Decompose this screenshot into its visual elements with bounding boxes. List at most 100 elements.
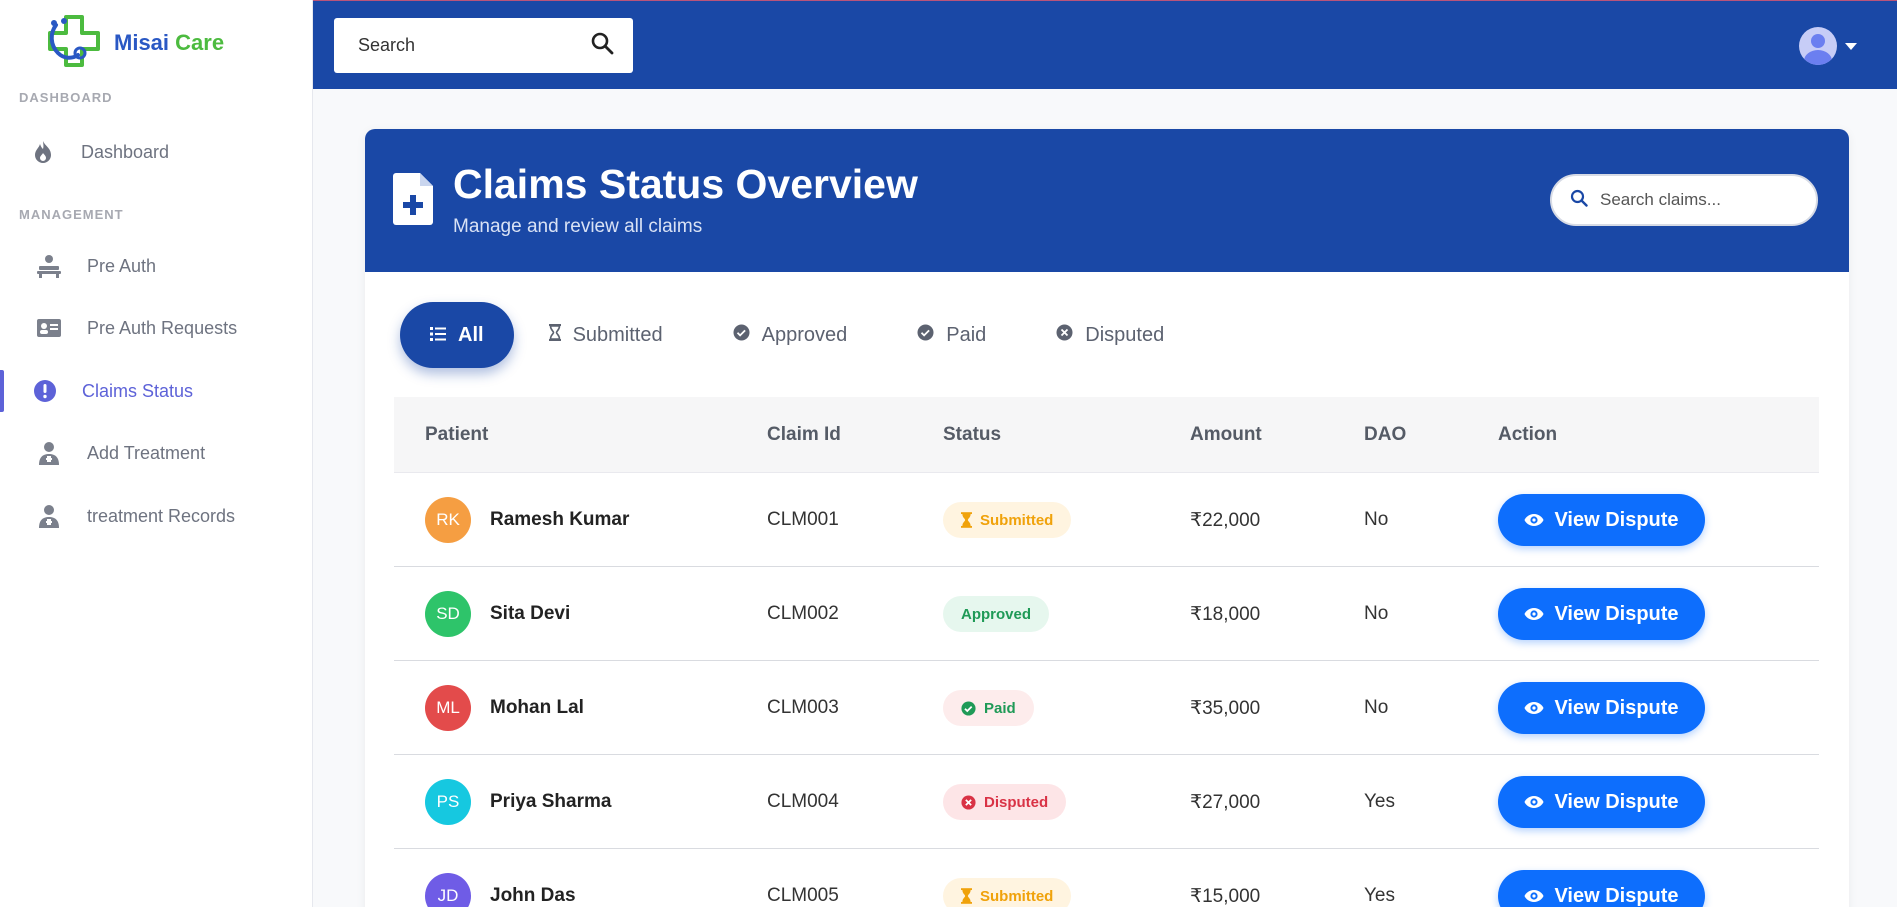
status-cell: Submitted <box>943 849 1072 907</box>
hourglass-icon <box>548 323 561 347</box>
doctor-patient-icon <box>36 253 62 279</box>
exclamation-circle-icon <box>32 378 58 404</box>
sidebar-item-pre-auth[interactable]: Pre Auth <box>0 241 313 291</box>
tab-label: Disputed <box>1085 323 1165 346</box>
claim-id-cell: CLM004 <box>767 791 839 812</box>
check-circle-icon <box>733 324 750 347</box>
view-dispute-button[interactable]: View Dispute <box>1498 494 1705 546</box>
patient-cell: ML Mohan Lal <box>425 661 584 755</box>
dao-cell: Yes <box>1364 791 1395 812</box>
avatar: SD <box>425 591 471 637</box>
claims-table: Patient Claim Id Status Amount DAO Actio… <box>394 397 1819 907</box>
action-cell: View Dispute <box>1498 755 1705 849</box>
patient-name: Mohan Lal <box>490 697 584 718</box>
dao-cell: Yes <box>1364 885 1395 906</box>
sidebar: Misai Care DASHBOARD Dashboard MANAGEMEN… <box>0 0 313 907</box>
patient-cell: RK Ramesh Kumar <box>425 473 629 567</box>
button-label: View Dispute <box>1554 602 1679 625</box>
eye-icon <box>1524 701 1544 715</box>
status-cell: Paid <box>943 661 1034 755</box>
status-label: Disputed <box>984 793 1049 811</box>
view-dispute-button[interactable]: View Dispute <box>1498 682 1705 734</box>
tab-disputed[interactable]: Disputed <box>1021 302 1199 368</box>
table-body: RK Ramesh Kumar CLM001 Submitted ₹22,000 No Vi… <box>394 473 1819 907</box>
action-cell: View Dispute <box>1498 473 1705 567</box>
view-dispute-button[interactable]: View Dispute <box>1498 870 1705 907</box>
patient-name: John Das <box>490 885 576 906</box>
chevron-down-icon[interactable] <box>1845 42 1857 50</box>
tab-submitted[interactable]: Submitted <box>514 302 698 368</box>
tab-label: Approved <box>761 323 848 346</box>
table-row: ML Mohan Lal CLM003 Paid ₹35,000 No View Dispu… <box>394 661 1819 755</box>
sidebar-item-dashboard[interactable]: Dashboard <box>0 127 313 177</box>
top-search[interactable] <box>334 18 633 73</box>
brand[interactable]: Misai Care <box>42 10 224 76</box>
eye-icon <box>1524 513 1544 527</box>
brand-logo <box>48 15 100 67</box>
section-label-management: MANAGEMENT <box>19 207 124 222</box>
claim-id-cell: CLM001 <box>767 509 839 530</box>
patient-cell: SD Sita Devi <box>425 567 570 661</box>
user-menu[interactable] <box>1799 27 1857 65</box>
avatar: RK <box>425 497 471 543</box>
amount-cell: ₹27,000 <box>1190 791 1261 813</box>
sidebar-item-label: Claims Status <box>82 380 194 401</box>
doctor-icon <box>36 503 62 529</box>
eye-icon <box>1524 795 1544 809</box>
claims-search-input[interactable] <box>1600 190 1821 210</box>
button-label: View Dispute <box>1554 884 1679 907</box>
sidebar-item-label: Add Treatment <box>87 442 206 463</box>
brand-name-part1: Misai <box>114 30 170 55</box>
column-header-amount: Amount <box>1190 423 1262 445</box>
dao-cell: No <box>1364 509 1389 530</box>
tab-approved[interactable]: Approved <box>698 302 883 368</box>
amount-cell: ₹35,000 <box>1190 697 1261 719</box>
claims-search[interactable] <box>1550 174 1821 226</box>
sidebar-item-claims-status[interactable]: Claims Status <box>0 366 313 416</box>
claim-id-cell: CLM002 <box>767 603 839 624</box>
tab-all[interactable]: All <box>400 302 514 368</box>
status-cell: Disputed <box>943 755 1067 849</box>
avatar: JD <box>425 873 471 907</box>
x-circle-icon <box>961 794 976 810</box>
status-label: Approved <box>961 605 1032 623</box>
tab-paid[interactable]: Paid <box>882 302 1021 368</box>
dao-cell: No <box>1364 603 1389 624</box>
search-input[interactable] <box>358 35 590 56</box>
sidebar-item-treatment-records[interactable]: treatment Records <box>0 491 313 541</box>
dao-cell: No <box>1364 697 1389 718</box>
table-row: PS Priya Sharma CLM004 Disputed ₹27,000 Yes Vi… <box>394 755 1819 849</box>
patient-name: Sita Devi <box>490 603 571 624</box>
section-label-dashboard: DASHBOARD <box>19 90 113 105</box>
action-cell: View Dispute <box>1498 849 1705 907</box>
page-subtitle: Manage and review all claims <box>453 216 703 237</box>
patient-cell: JD John Das <box>425 849 576 907</box>
brand-name-part2: Care <box>175 30 225 55</box>
sidebar-item-add-treatment[interactable]: Add Treatment <box>0 428 313 478</box>
search-icon <box>1570 189 1588 212</box>
search-icon[interactable] <box>590 31 614 60</box>
sidebar-item-pre-auth-requests[interactable]: Pre Auth Requests <box>0 303 313 353</box>
status-badge: Approved <box>943 596 1050 632</box>
amount-cell: ₹15,000 <box>1190 885 1261 907</box>
avatar: ML <box>425 685 471 731</box>
file-medical-icon <box>393 173 433 230</box>
status-badge: Submitted <box>943 878 1072 907</box>
claim-id-cell: CLM003 <box>767 697 839 718</box>
avatar: PS <box>425 779 471 825</box>
avatar[interactable] <box>1799 27 1837 65</box>
view-dispute-button[interactable]: View Dispute <box>1498 776 1705 828</box>
hourglass-icon <box>961 888 972 904</box>
avatar-body <box>1804 50 1832 65</box>
button-label: View Dispute <box>1554 508 1679 531</box>
brand-name: Misai Care <box>114 30 224 56</box>
claims-card: Claims Status Overview Manage and review… <box>365 129 1849 907</box>
column-header-patient: Patient <box>425 423 489 445</box>
column-header-claim-id: Claim Id <box>767 423 841 445</box>
view-dispute-button[interactable]: View Dispute <box>1498 588 1705 640</box>
filter-tabs: All Submitted Approved Paid Disputed <box>400 302 1199 368</box>
status-badge: Submitted <box>943 502 1072 538</box>
table-header: Patient Claim Id Status Amount DAO Actio… <box>394 397 1819 473</box>
claim-id-cell: CLM005 <box>767 885 839 906</box>
patient-name: Ramesh Kumar <box>490 509 630 530</box>
